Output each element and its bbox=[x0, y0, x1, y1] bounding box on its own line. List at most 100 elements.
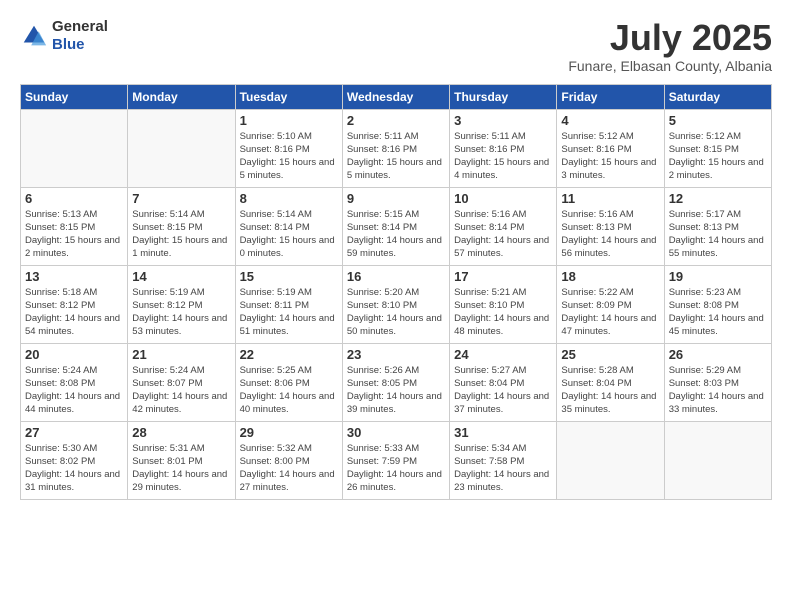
logo-text: General Blue bbox=[52, 18, 108, 54]
day-number: 20 bbox=[25, 347, 123, 362]
day-detail: Sunrise: 5:24 AMSunset: 8:08 PMDaylight:… bbox=[25, 365, 120, 416]
table-row: 8 Sunrise: 5:14 AMSunset: 8:14 PMDayligh… bbox=[235, 187, 342, 265]
day-detail: Sunrise: 5:22 AMSunset: 8:09 PMDaylight:… bbox=[561, 287, 656, 338]
day-detail: Sunrise: 5:11 AMSunset: 8:16 PMDaylight:… bbox=[347, 131, 442, 182]
day-number: 19 bbox=[669, 269, 767, 284]
calendar-week-row: 6 Sunrise: 5:13 AMSunset: 8:15 PMDayligh… bbox=[21, 187, 772, 265]
table-row: 10 Sunrise: 5:16 AMSunset: 8:14 PMDaylig… bbox=[450, 187, 557, 265]
table-row: 17 Sunrise: 5:21 AMSunset: 8:10 PMDaylig… bbox=[450, 265, 557, 343]
header: General Blue July 2025 Funare, Elbasan C… bbox=[20, 18, 772, 74]
table-row: 19 Sunrise: 5:23 AMSunset: 8:08 PMDaylig… bbox=[664, 265, 771, 343]
day-number: 7 bbox=[132, 191, 230, 206]
day-number: 16 bbox=[347, 269, 445, 284]
table-row: 12 Sunrise: 5:17 AMSunset: 8:13 PMDaylig… bbox=[664, 187, 771, 265]
day-detail: Sunrise: 5:17 AMSunset: 8:13 PMDaylight:… bbox=[669, 209, 764, 260]
table-row: 13 Sunrise: 5:18 AMSunset: 8:12 PMDaylig… bbox=[21, 265, 128, 343]
location-title: Funare, Elbasan County, Albania bbox=[568, 58, 772, 74]
day-number: 2 bbox=[347, 113, 445, 128]
table-row: 30 Sunrise: 5:33 AMSunset: 7:59 PMDaylig… bbox=[342, 421, 449, 499]
day-number: 12 bbox=[669, 191, 767, 206]
table-row bbox=[664, 421, 771, 499]
day-detail: Sunrise: 5:10 AMSunset: 8:16 PMDaylight:… bbox=[240, 131, 335, 182]
day-detail: Sunrise: 5:27 AMSunset: 8:04 PMDaylight:… bbox=[454, 365, 549, 416]
day-detail: Sunrise: 5:33 AMSunset: 7:59 PMDaylight:… bbox=[347, 443, 442, 494]
day-number: 30 bbox=[347, 425, 445, 440]
calendar-table: Sunday Monday Tuesday Wednesday Thursday… bbox=[20, 84, 772, 500]
table-row: 7 Sunrise: 5:14 AMSunset: 8:15 PMDayligh… bbox=[128, 187, 235, 265]
day-detail: Sunrise: 5:16 AMSunset: 8:14 PMDaylight:… bbox=[454, 209, 549, 260]
day-detail: Sunrise: 5:12 AMSunset: 8:15 PMDaylight:… bbox=[669, 131, 764, 182]
day-detail: Sunrise: 5:15 AMSunset: 8:14 PMDaylight:… bbox=[347, 209, 442, 260]
col-thursday: Thursday bbox=[450, 84, 557, 109]
calendar-week-row: 1 Sunrise: 5:10 AMSunset: 8:16 PMDayligh… bbox=[21, 109, 772, 187]
table-row: 31 Sunrise: 5:34 AMSunset: 7:58 PMDaylig… bbox=[450, 421, 557, 499]
day-detail: Sunrise: 5:13 AMSunset: 8:15 PMDaylight:… bbox=[25, 209, 120, 260]
day-number: 8 bbox=[240, 191, 338, 206]
table-row bbox=[128, 109, 235, 187]
day-detail: Sunrise: 5:32 AMSunset: 8:00 PMDaylight:… bbox=[240, 443, 335, 494]
day-detail: Sunrise: 5:12 AMSunset: 8:16 PMDaylight:… bbox=[561, 131, 656, 182]
table-row: 18 Sunrise: 5:22 AMSunset: 8:09 PMDaylig… bbox=[557, 265, 664, 343]
day-detail: Sunrise: 5:26 AMSunset: 8:05 PMDaylight:… bbox=[347, 365, 442, 416]
day-detail: Sunrise: 5:21 AMSunset: 8:10 PMDaylight:… bbox=[454, 287, 549, 338]
day-number: 27 bbox=[25, 425, 123, 440]
day-detail: Sunrise: 5:30 AMSunset: 8:02 PMDaylight:… bbox=[25, 443, 120, 494]
table-row: 6 Sunrise: 5:13 AMSunset: 8:15 PMDayligh… bbox=[21, 187, 128, 265]
table-row: 29 Sunrise: 5:32 AMSunset: 8:00 PMDaylig… bbox=[235, 421, 342, 499]
day-number: 14 bbox=[132, 269, 230, 284]
table-row bbox=[21, 109, 128, 187]
day-number: 5 bbox=[669, 113, 767, 128]
day-detail: Sunrise: 5:24 AMSunset: 8:07 PMDaylight:… bbox=[132, 365, 227, 416]
day-number: 9 bbox=[347, 191, 445, 206]
logo-blue-text: Blue bbox=[52, 36, 85, 53]
calendar-week-row: 13 Sunrise: 5:18 AMSunset: 8:12 PMDaylig… bbox=[21, 265, 772, 343]
day-number: 17 bbox=[454, 269, 552, 284]
day-detail: Sunrise: 5:25 AMSunset: 8:06 PMDaylight:… bbox=[240, 365, 335, 416]
table-row: 3 Sunrise: 5:11 AMSunset: 8:16 PMDayligh… bbox=[450, 109, 557, 187]
day-number: 28 bbox=[132, 425, 230, 440]
day-detail: Sunrise: 5:14 AMSunset: 8:15 PMDaylight:… bbox=[132, 209, 227, 260]
day-number: 31 bbox=[454, 425, 552, 440]
day-number: 13 bbox=[25, 269, 123, 284]
day-detail: Sunrise: 5:34 AMSunset: 7:58 PMDaylight:… bbox=[454, 443, 549, 494]
table-row: 26 Sunrise: 5:29 AMSunset: 8:03 PMDaylig… bbox=[664, 343, 771, 421]
day-detail: Sunrise: 5:31 AMSunset: 8:01 PMDaylight:… bbox=[132, 443, 227, 494]
title-block: July 2025 Funare, Elbasan County, Albani… bbox=[568, 18, 772, 74]
day-number: 15 bbox=[240, 269, 338, 284]
day-detail: Sunrise: 5:19 AMSunset: 8:12 PMDaylight:… bbox=[132, 287, 227, 338]
col-friday: Friday bbox=[557, 84, 664, 109]
table-row: 28 Sunrise: 5:31 AMSunset: 8:01 PMDaylig… bbox=[128, 421, 235, 499]
day-number: 3 bbox=[454, 113, 552, 128]
logo-general-text: General bbox=[52, 18, 108, 35]
table-row: 15 Sunrise: 5:19 AMSunset: 8:11 PMDaylig… bbox=[235, 265, 342, 343]
table-row: 23 Sunrise: 5:26 AMSunset: 8:05 PMDaylig… bbox=[342, 343, 449, 421]
logo-icon bbox=[20, 22, 48, 50]
day-detail: Sunrise: 5:20 AMSunset: 8:10 PMDaylight:… bbox=[347, 287, 442, 338]
table-row: 25 Sunrise: 5:28 AMSunset: 8:04 PMDaylig… bbox=[557, 343, 664, 421]
day-number: 26 bbox=[669, 347, 767, 362]
table-row: 4 Sunrise: 5:12 AMSunset: 8:16 PMDayligh… bbox=[557, 109, 664, 187]
day-number: 10 bbox=[454, 191, 552, 206]
month-title: July 2025 bbox=[568, 18, 772, 58]
day-number: 1 bbox=[240, 113, 338, 128]
table-row: 14 Sunrise: 5:19 AMSunset: 8:12 PMDaylig… bbox=[128, 265, 235, 343]
col-saturday: Saturday bbox=[664, 84, 771, 109]
col-wednesday: Wednesday bbox=[342, 84, 449, 109]
logo: General Blue bbox=[20, 18, 108, 54]
table-row bbox=[557, 421, 664, 499]
page: General Blue July 2025 Funare, Elbasan C… bbox=[0, 0, 792, 612]
col-sunday: Sunday bbox=[21, 84, 128, 109]
col-tuesday: Tuesday bbox=[235, 84, 342, 109]
day-detail: Sunrise: 5:18 AMSunset: 8:12 PMDaylight:… bbox=[25, 287, 120, 338]
day-detail: Sunrise: 5:28 AMSunset: 8:04 PMDaylight:… bbox=[561, 365, 656, 416]
day-detail: Sunrise: 5:14 AMSunset: 8:14 PMDaylight:… bbox=[240, 209, 335, 260]
day-number: 22 bbox=[240, 347, 338, 362]
table-row: 9 Sunrise: 5:15 AMSunset: 8:14 PMDayligh… bbox=[342, 187, 449, 265]
day-number: 4 bbox=[561, 113, 659, 128]
table-row: 16 Sunrise: 5:20 AMSunset: 8:10 PMDaylig… bbox=[342, 265, 449, 343]
day-number: 21 bbox=[132, 347, 230, 362]
day-number: 25 bbox=[561, 347, 659, 362]
table-row: 11 Sunrise: 5:16 AMSunset: 8:13 PMDaylig… bbox=[557, 187, 664, 265]
table-row: 2 Sunrise: 5:11 AMSunset: 8:16 PMDayligh… bbox=[342, 109, 449, 187]
day-number: 18 bbox=[561, 269, 659, 284]
